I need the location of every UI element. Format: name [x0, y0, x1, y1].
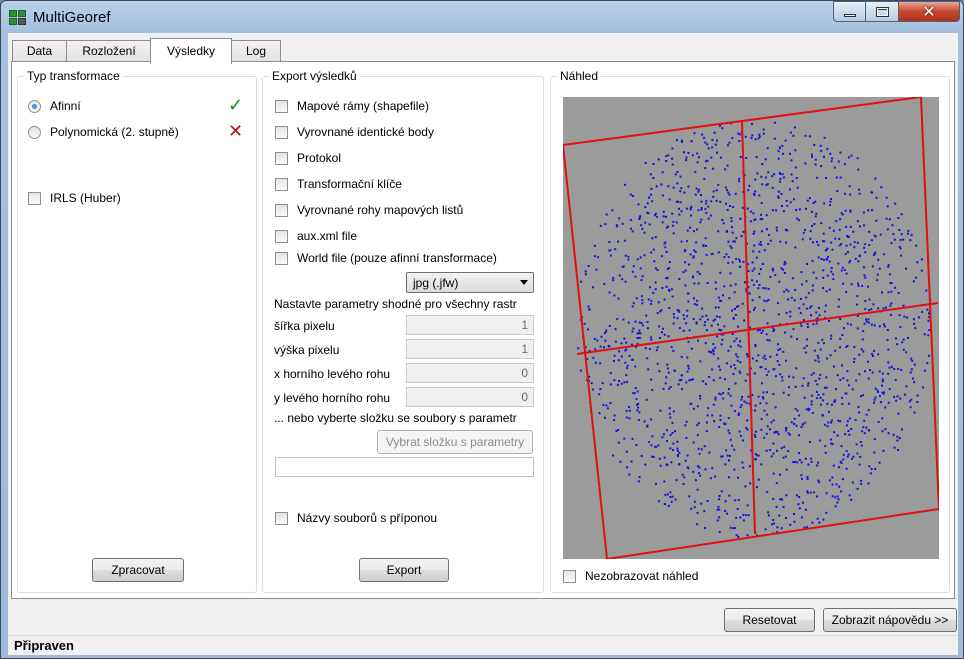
export-option-row[interactable]: aux.xml file	[275, 227, 357, 245]
frame-line	[576, 302, 939, 355]
hide-preview-label: Nezobrazovat náhled	[585, 569, 699, 583]
protocol-checkbox[interactable]	[275, 151, 288, 165]
export-group: Export výsledků Mapové rámy (shapefile) …	[262, 69, 544, 593]
affine-radio[interactable]	[28, 99, 41, 113]
sheet-corners-checkbox[interactable]	[275, 203, 288, 217]
close-button[interactable]: ✕	[898, 1, 960, 22]
window-title: MultiGeoref	[33, 9, 111, 26]
sheet-corners-label: Vyrovnané rohy mapových listů	[297, 203, 464, 217]
affine-label: Afinní	[50, 99, 81, 113]
tab-rozlozeni[interactable]: Rozložení	[66, 40, 152, 62]
tab-log[interactable]: Log	[231, 40, 281, 62]
export-option-row[interactable]: World file (pouze afinní transformace)	[275, 249, 497, 267]
pixel-height-field[interactable]: 1	[406, 339, 534, 359]
maximize-icon	[875, 6, 889, 17]
filenames-checkbox[interactable]	[275, 511, 288, 525]
hide-preview-row[interactable]: Nezobrazovat náhled	[563, 567, 698, 585]
identical-points-checkbox[interactable]	[275, 125, 288, 139]
export-button[interactable]: Export	[359, 558, 449, 582]
param-label: šířka pixelu	[274, 319, 335, 333]
export-option-row[interactable]: Vyrovnané identické body	[275, 123, 434, 141]
world-file-ext-value: jpg (.jfw)	[413, 276, 459, 290]
preview-plot	[563, 97, 939, 559]
results-tab-pane: Typ transformace Afinní ✓ Polynomická (2…	[11, 61, 955, 599]
export-option-row[interactable]: Mapové rámy (shapefile)	[275, 97, 429, 115]
aux-xml-label: aux.xml file	[297, 229, 358, 243]
shapefile-checkbox[interactable]	[275, 99, 288, 113]
world-file-checkbox[interactable]	[275, 251, 288, 265]
check-icon: ✓	[228, 95, 244, 116]
app-icon	[9, 10, 27, 26]
filenames-label: Názvy souborů s příponou	[297, 511, 438, 525]
param-label: y levého horního rohu	[274, 391, 391, 405]
polynomial-radio-row[interactable]: Polynomická (2. stupně)	[28, 123, 179, 141]
tab-data[interactable]: Data	[12, 40, 67, 62]
cross-icon: ✕	[228, 121, 244, 142]
hide-preview-checkbox[interactable]	[563, 569, 576, 583]
transform-keys-label: Transformační klíče	[297, 177, 402, 191]
close-icon: ✕	[922, 2, 936, 21]
aux-xml-checkbox[interactable]	[275, 229, 288, 243]
title-bar: MultiGeoref ✕	[1, 1, 963, 33]
export-option-row[interactable]: Vyrovnané rohy mapových listů	[275, 201, 463, 219]
chevron-down-icon	[520, 280, 528, 285]
shapefile-label: Mapové rámy (shapefile)	[297, 99, 430, 113]
bottom-bar: Resetovat Zobrazit nápovědu >>	[8, 603, 958, 635]
transform-type-group: Typ transformace Afinní ✓ Polynomická (2…	[17, 69, 257, 593]
folder-path-field[interactable]	[275, 457, 534, 477]
top-left-y-field[interactable]: 0	[406, 387, 534, 407]
irls-checkbox-row[interactable]: IRLS (Huber)	[28, 189, 121, 207]
identical-points-label: Vyrovnané identické body	[297, 125, 434, 139]
top-left-x-field[interactable]: 0	[406, 363, 534, 383]
preview-title: Náhled	[557, 69, 602, 83]
preview-group: Náhled Nezobrazovat náhled	[550, 69, 950, 593]
minimize-icon	[843, 13, 856, 17]
client-area: Data Rozložení Výsledky Log Typ transfor…	[8, 33, 958, 655]
export-option-row[interactable]: Protokol	[275, 149, 341, 167]
process-button[interactable]: Zpracovat	[92, 558, 184, 582]
param-label: x horního levého rohu	[274, 367, 391, 381]
world-file-label: World file (pouze afinní transformace)	[297, 251, 497, 265]
status-bar: Připraven	[8, 635, 958, 655]
help-button[interactable]: Zobrazit nápovědu >>	[823, 608, 957, 632]
minimize-button[interactable]	[833, 1, 866, 22]
reset-button[interactable]: Resetovat	[724, 608, 815, 632]
transform-keys-checkbox[interactable]	[275, 177, 288, 191]
preview-canvas	[563, 97, 939, 559]
irls-label: IRLS (Huber)	[50, 191, 121, 205]
maximize-button[interactable]	[865, 1, 899, 22]
map-frames	[563, 97, 939, 559]
export-option-row[interactable]: Transformační klíče	[275, 175, 402, 193]
irls-checkbox[interactable]	[28, 191, 41, 205]
frame-line	[563, 144, 608, 559]
polynomial-radio[interactable]	[28, 125, 41, 139]
main-window: MultiGeoref ✕ Data Rozložení Výsledky Lo…	[0, 0, 964, 659]
world-file-ext-select[interactable]: jpg (.jfw)	[406, 272, 534, 293]
protocol-label: Protokol	[297, 151, 342, 165]
pixel-width-field[interactable]: 1	[406, 315, 534, 335]
polynomial-label: Polynomická (2. stupně)	[50, 125, 179, 139]
folder-note: ... nebo vyberte složku se soubory s par…	[274, 411, 517, 425]
tab-vysledky[interactable]: Výsledky	[150, 38, 232, 64]
select-folder-button[interactable]: Vybrat složku s parametry	[377, 430, 533, 454]
affine-radio-row[interactable]: Afinní	[28, 97, 81, 115]
param-label: výška pixelu	[274, 343, 340, 357]
filenames-checkbox-row[interactable]: Názvy souborů s příponou	[275, 509, 437, 527]
frame-line	[606, 508, 939, 559]
export-title: Export výsledků	[269, 69, 360, 83]
params-note: Nastavte parametry shodné pro všechny ra…	[274, 297, 517, 311]
transform-type-title: Typ transformace	[24, 69, 123, 83]
